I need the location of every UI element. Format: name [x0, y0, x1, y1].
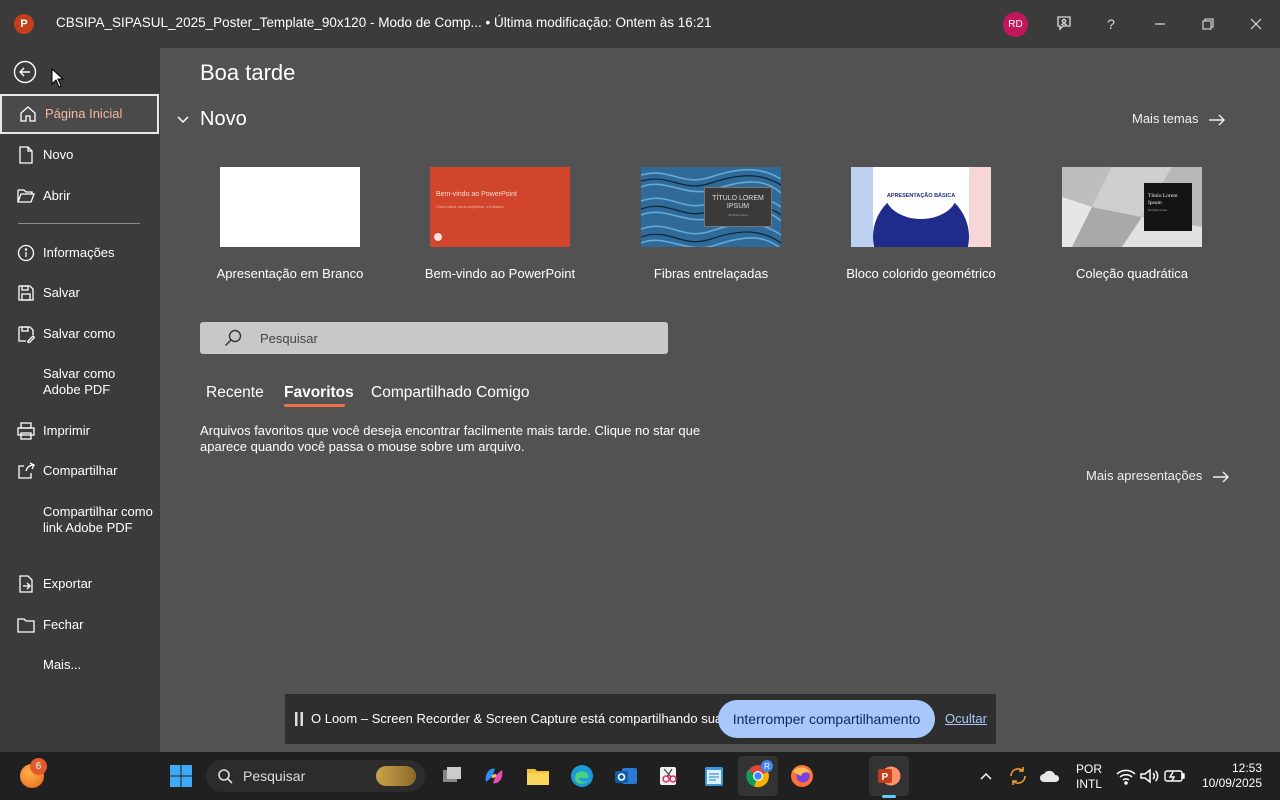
pause-icon[interactable] — [295, 712, 303, 726]
section-title-new: Novo — [200, 108, 247, 130]
title-bar: P CBSIPA_SIPASUL_2025_Poster_Template_90… — [0, 0, 1280, 48]
file-explorer-icon[interactable] — [526, 764, 550, 788]
stop-sharing-button[interactable]: Interromper compartilhamento — [718, 700, 935, 738]
save-as-icon — [17, 325, 36, 344]
outlook-icon[interactable] — [614, 764, 638, 788]
print-icon — [17, 422, 35, 440]
template-label[interactable]: Bloco colorido geométrico — [811, 266, 1031, 281]
nav-new[interactable]: Novo — [0, 146, 160, 166]
wifi-icon[interactable] — [1114, 764, 1138, 788]
thumbnail-title-box: Título Lorem Ipsum Sit Dolor Amet — [1144, 183, 1192, 231]
backstage-nav: Página Inicial Novo Abrir Informações Sa… — [0, 48, 160, 752]
search-icon — [225, 329, 242, 346]
volume-icon[interactable] — [1137, 764, 1161, 788]
powerpoint-mini-icon — [434, 233, 442, 241]
nav-close[interactable]: Fechar — [0, 616, 160, 636]
save-icon — [17, 284, 35, 302]
chevron-up-icon[interactable] — [974, 764, 998, 788]
search-icon — [218, 769, 233, 784]
nav-open[interactable]: Abrir — [0, 187, 160, 207]
help-icon[interactable]: ? — [1099, 12, 1123, 36]
screen-sharing-banner: O Loom – Screen Recorder & Screen Captur… — [285, 694, 996, 744]
template-blank[interactable] — [220, 167, 360, 247]
sharing-message: O Loom – Screen Recorder & Screen Captur… — [311, 711, 751, 726]
greeting: Boa tarde — [200, 60, 296, 85]
svg-text:P: P — [882, 772, 889, 783]
info-icon — [17, 244, 35, 262]
favorites-empty-message: Arquivos favoritos que você deseja encon… — [200, 423, 701, 454]
battery-icon[interactable] — [1163, 764, 1187, 788]
template-label[interactable]: Coleção quadrática — [1022, 266, 1242, 281]
nav-more[interactable]: Mais... — [0, 656, 160, 676]
hide-link[interactable]: Ocultar — [945, 711, 987, 726]
taskbar-search[interactable]: Pesquisar — [206, 760, 425, 792]
template-welcome[interactable]: Bem-vindo ao PowerPoint Cinco dicas para… — [430, 167, 570, 247]
powerpoint-taskbar-icon[interactable]: P — [877, 764, 901, 788]
onedrive-cloud-icon[interactable] — [1038, 764, 1062, 788]
nav-save-as[interactable]: Salvar como — [0, 325, 160, 345]
more-themes-link[interactable]: Mais temas — [1132, 111, 1226, 126]
tab-recent[interactable]: Recente — [206, 384, 264, 402]
chrome-profile-badge: R — [761, 760, 773, 772]
document-title: CBSIPA_SIPASUL_2025_Poster_Template_90x1… — [56, 15, 712, 30]
nav-info[interactable]: Informações — [0, 244, 160, 264]
windows-start-icon[interactable] — [169, 764, 193, 788]
close-icon[interactable] — [1244, 12, 1268, 36]
notification-badge: 6 — [30, 758, 47, 775]
template-geometric-block[interactable]: APRESENTAÇÃO BÁSICA — [851, 167, 991, 247]
home-icon — [19, 105, 37, 123]
firefox-icon[interactable] — [790, 764, 814, 788]
active-tab-indicator — [284, 404, 345, 407]
language-indicator[interactable]: POR INTL — [1076, 762, 1102, 792]
nav-print[interactable]: Imprimir — [0, 422, 160, 442]
snipping-tool-icon[interactable] — [657, 764, 681, 788]
copilot-icon[interactable] — [482, 764, 506, 788]
tab-favorites[interactable]: Favoritos — [284, 384, 354, 402]
template-fibers[interactable]: TÍTULO LOREM IPSUM Sit Dolor Amet — [641, 167, 781, 247]
nav-separator — [18, 223, 140, 224]
sync-icon[interactable] — [1006, 764, 1030, 788]
thumbnail-subtitle: Cinco dicas para simplificar o trabalho — [436, 204, 504, 209]
system-clock[interactable]: 12:53 10/09/2025 — [1202, 761, 1262, 791]
search-input[interactable]: Pesquisar — [200, 322, 668, 354]
nav-share[interactable]: Compartilhar — [0, 462, 160, 482]
template-label[interactable]: Bem-vindo ao PowerPoint — [390, 266, 610, 281]
share-icon — [17, 462, 35, 480]
avatar[interactable]: RD — [1003, 12, 1028, 37]
arrow-right-icon — [1212, 471, 1229, 483]
more-presentations-link[interactable]: Mais apresentações — [1086, 468, 1230, 483]
nav-save-adobe-pdf[interactable]: Salvar como Adobe PDF — [0, 365, 160, 401]
thumbnail-title-box: TÍTULO LOREM IPSUM Sit Dolor Amet — [704, 187, 772, 227]
folder-close-icon — [17, 616, 35, 634]
restore-icon[interactable] — [1196, 12, 1220, 36]
task-view-icon[interactable] — [440, 764, 464, 788]
taskbar: 6 Pesquisar R P POR INTL 12:53 10/09/202… — [0, 752, 1280, 800]
template-label[interactable]: Fibras entrelaçadas — [601, 266, 821, 281]
back-button[interactable] — [13, 60, 37, 84]
minimize-icon[interactable] — [1148, 12, 1172, 36]
mouse-cursor-icon — [51, 68, 65, 88]
active-app-indicator — [882, 795, 896, 798]
edge-icon[interactable] — [570, 764, 594, 788]
new-document-icon — [17, 146, 35, 164]
chevron-down-icon[interactable] — [176, 112, 190, 126]
tab-shared-with-me[interactable]: Compartilhado Comigo — [371, 384, 530, 402]
notepad-icon[interactable] — [702, 764, 726, 788]
arrow-right-icon — [1209, 114, 1226, 126]
thumbnail-title: Bem-vindo ao PowerPoint — [436, 191, 517, 198]
nav-export[interactable]: Exportar — [0, 575, 160, 595]
nav-save[interactable]: Salvar — [0, 284, 160, 304]
template-quadratic[interactable]: Título Lorem Ipsum Sit Dolor Amet — [1062, 167, 1202, 247]
nav-share-adobe-pdf-link[interactable]: Compartilhar como link Adobe PDF — [0, 503, 160, 555]
search-highlight-image-icon — [376, 766, 416, 786]
feedback-icon[interactable] — [1052, 12, 1076, 36]
folder-open-icon — [17, 187, 35, 205]
nav-home[interactable]: Página Inicial — [0, 94, 159, 134]
powerpoint-logo-icon: P — [14, 14, 34, 34]
export-icon — [17, 575, 35, 593]
template-label[interactable]: Apresentação em Branco — [180, 266, 400, 281]
